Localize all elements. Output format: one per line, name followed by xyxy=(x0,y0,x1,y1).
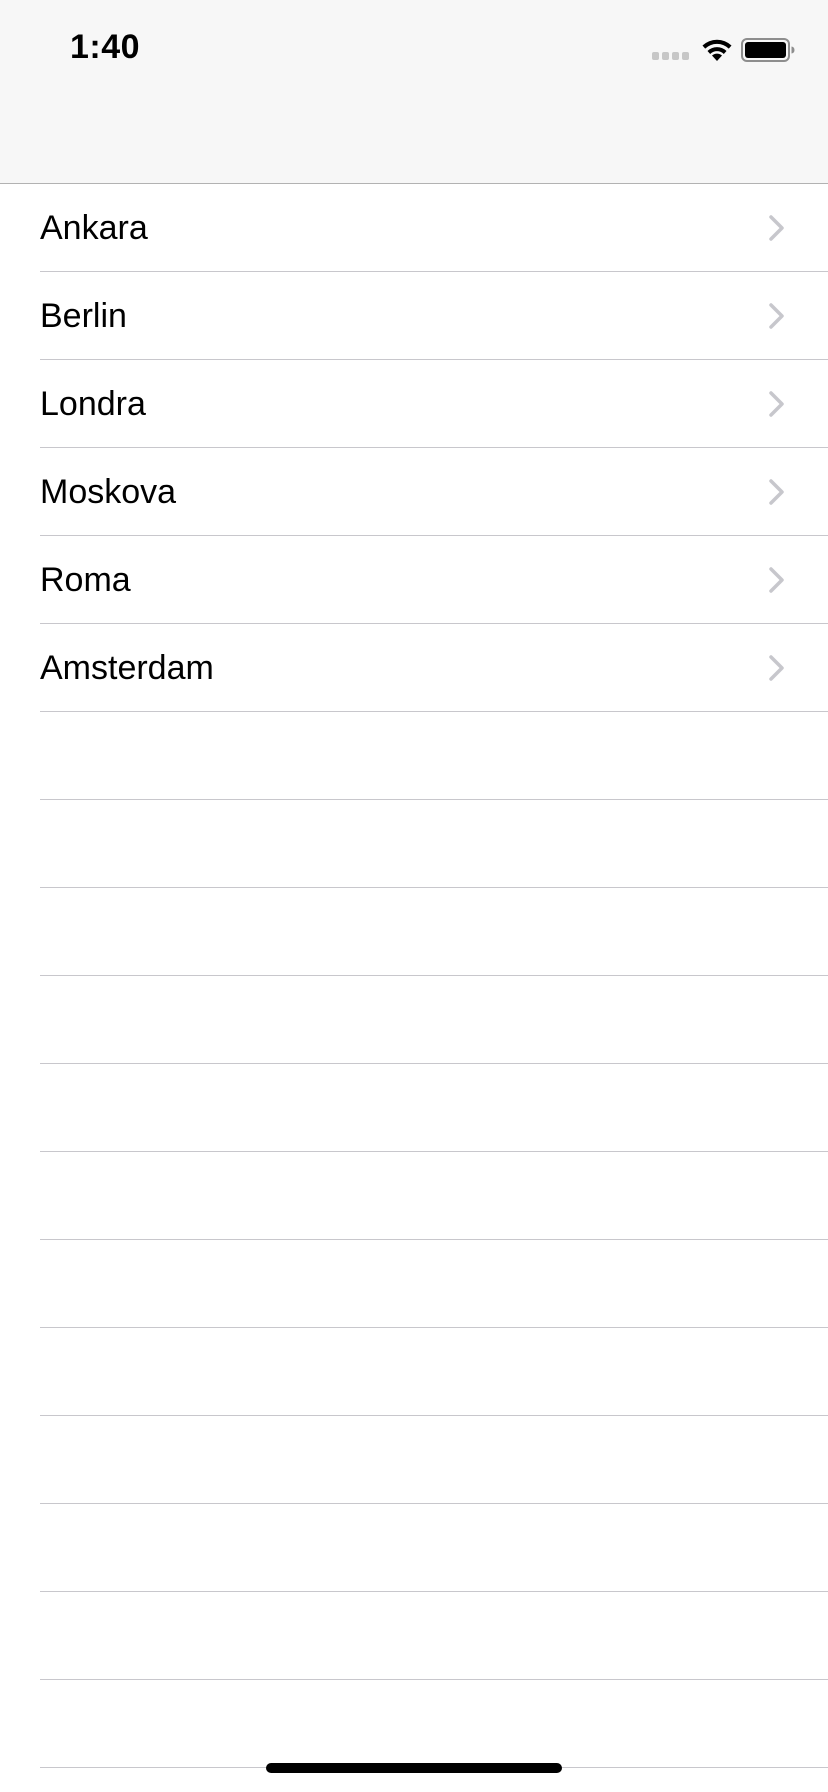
cellular-signal-icon xyxy=(652,52,690,62)
list-item-label: Amsterdam xyxy=(40,649,214,687)
chevron-right-icon xyxy=(769,655,784,681)
empty-row xyxy=(0,1152,828,1240)
list-item-label: Londra xyxy=(40,385,146,423)
empty-row xyxy=(0,1416,828,1504)
chevron-right-icon xyxy=(769,479,784,505)
empty-row xyxy=(0,1680,828,1768)
wifi-icon xyxy=(702,39,732,61)
list-item[interactable]: Berlin xyxy=(0,272,828,360)
home-indicator[interactable] xyxy=(266,1763,562,1773)
chevron-right-icon xyxy=(769,391,784,417)
empty-row xyxy=(0,800,828,888)
list-item[interactable]: Roma xyxy=(0,536,828,624)
list-item[interactable]: Londra xyxy=(0,360,828,448)
status-time: 1:40 xyxy=(70,28,141,66)
list-item-label: Moskova xyxy=(40,473,177,511)
list-item-label: Roma xyxy=(40,561,131,599)
chevron-right-icon xyxy=(769,303,784,329)
empty-row xyxy=(0,1240,828,1328)
list-item[interactable]: Moskova xyxy=(0,448,828,536)
list-item[interactable]: Amsterdam xyxy=(0,624,828,712)
list-item-label: Berlin xyxy=(40,297,127,335)
empty-row xyxy=(0,1504,828,1592)
battery-icon xyxy=(741,38,795,62)
empty-row xyxy=(0,976,828,1064)
empty-row xyxy=(0,1328,828,1416)
list-item-label: Ankara xyxy=(40,209,148,247)
empty-row xyxy=(0,1064,828,1152)
screen: 1:40 Ankara Berlin Londra Moskova Roma A… xyxy=(0,0,828,1792)
chevron-right-icon xyxy=(769,567,784,593)
chevron-right-icon xyxy=(769,215,784,241)
list-item[interactable]: Ankara xyxy=(0,184,828,272)
empty-row xyxy=(0,1592,828,1680)
empty-row xyxy=(0,888,828,976)
city-list: Ankara Berlin Londra Moskova Roma Amster… xyxy=(0,184,828,1768)
empty-row xyxy=(0,712,828,800)
navigation-bar: 1:40 xyxy=(0,0,828,184)
